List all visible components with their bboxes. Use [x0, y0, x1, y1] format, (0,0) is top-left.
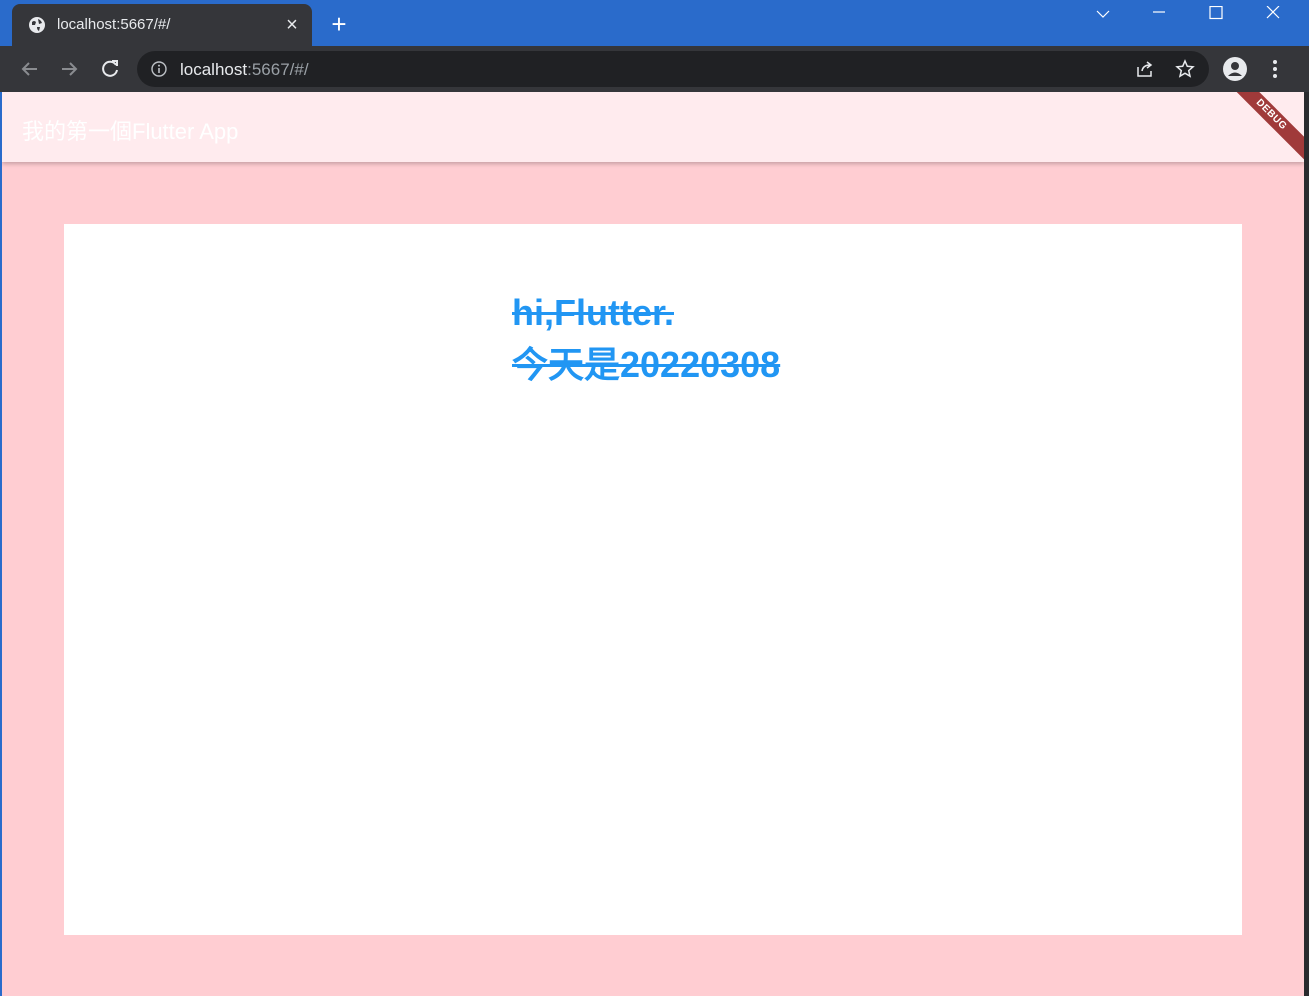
app-bar: 我的第一個Flutter App [2, 92, 1304, 162]
tab-search-icon[interactable] [1078, 0, 1128, 28]
tab-title: localhost:5667/#/ [57, 16, 171, 33]
window-edge [1304, 92, 1309, 996]
url-host: localhost [180, 60, 248, 79]
content-container: hi,Flutter. 今天是20220308 [64, 224, 1242, 935]
close-tab-icon[interactable]: × [282, 15, 302, 35]
greeting-text: hi,Flutter. [512, 292, 674, 333]
flutter-page: 我的第一個Flutter App DEBUG hi,Flutter. 今天是20… [2, 92, 1304, 996]
app-bar-title: 我的第一個Flutter App [22, 119, 239, 144]
share-icon[interactable] [1135, 59, 1155, 79]
tab-strip: localhost:5667/#/ × + [0, 0, 1309, 46]
globe-icon [29, 17, 45, 33]
menu-kebab-icon[interactable] [1263, 57, 1287, 81]
browser-window: localhost:5667/#/ × + localhost:5667/#/ … [0, 0, 1309, 996]
new-tab-icon[interactable]: + [326, 11, 352, 37]
profile-avatar-icon[interactable] [1223, 57, 1247, 81]
info-icon[interactable] [151, 61, 167, 77]
url-text[interactable]: localhost:5667/#/ [180, 60, 309, 80]
back-arrow-icon[interactable] [17, 56, 43, 82]
browser-tab[interactable]: localhost:5667/#/ × [12, 4, 312, 46]
close-window-icon[interactable] [1248, 0, 1298, 28]
maximize-icon[interactable] [1191, 0, 1241, 28]
reload-icon[interactable] [97, 56, 123, 82]
forward-arrow-icon[interactable] [56, 56, 82, 82]
minimize-icon[interactable] [1134, 0, 1184, 28]
date-text: 今天是20220308 [512, 344, 781, 385]
bookmark-star-icon[interactable] [1175, 59, 1195, 79]
url-path: :5667/#/ [247, 60, 309, 79]
browser-toolbar: localhost:5667/#/ [0, 46, 1309, 92]
address-bar[interactable]: localhost:5667/#/ [137, 51, 1209, 87]
